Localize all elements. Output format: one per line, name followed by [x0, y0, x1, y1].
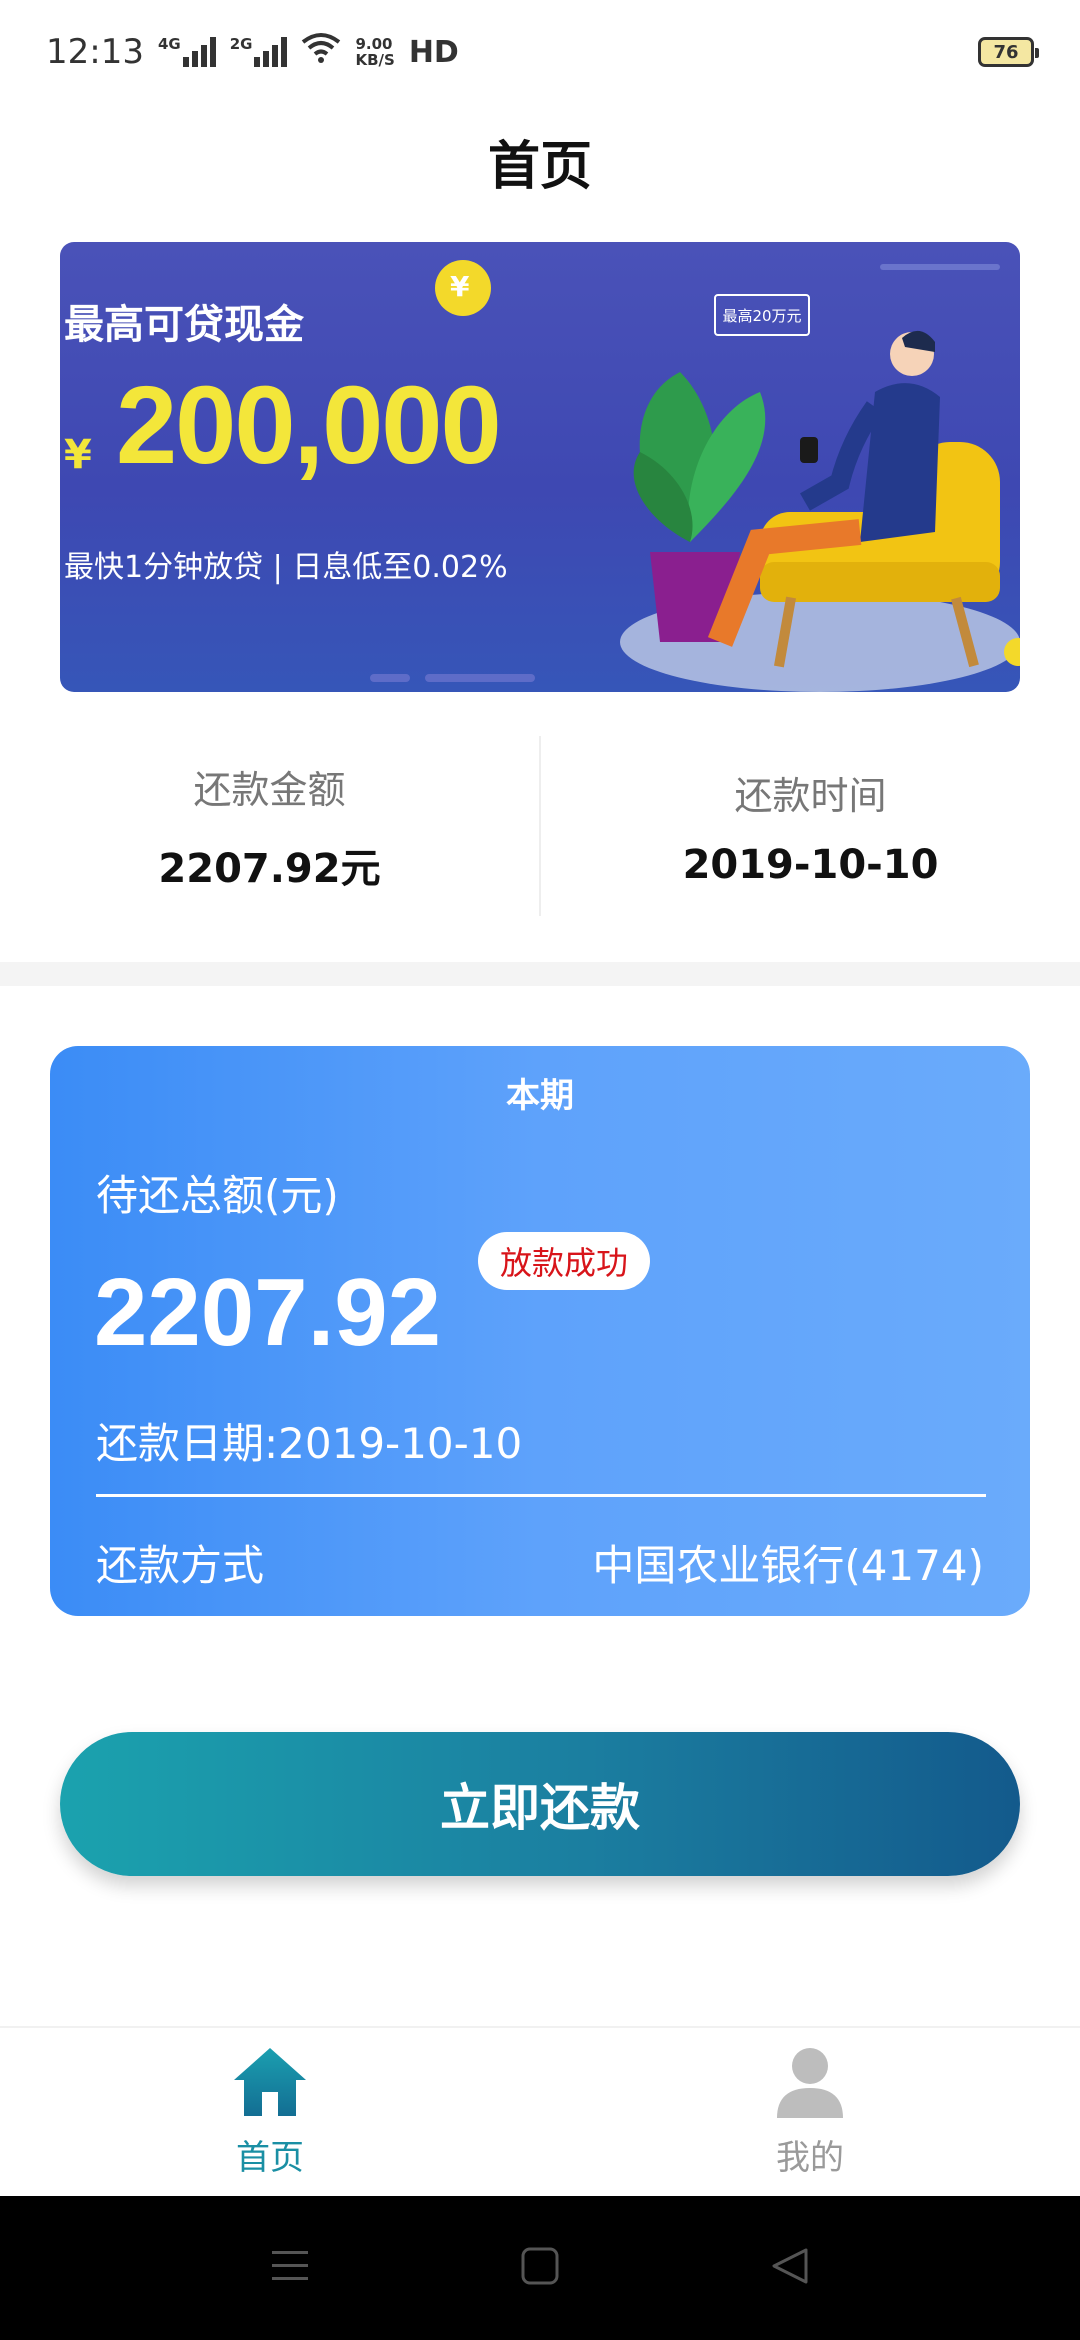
summary-amount: 还款金额 2207.92元: [0, 736, 539, 916]
sim1-network-label: 4G: [157, 35, 181, 53]
promo-banner[interactable]: 最高可贷现金 ¥ 200,000 最快1分钟放贷 | 日息低至0.02% 最高2…: [60, 242, 1020, 692]
bottom-tabbar: 首页 我的: [0, 2026, 1080, 2196]
card-amount: 2207.92: [94, 1259, 442, 1366]
battery-icon: 76: [978, 37, 1039, 67]
status-left: 12:13 4G 2G 9.00 KB/S HD: [46, 32, 459, 73]
signal-icon-2: 2G: [230, 37, 288, 67]
status-badge: 放款成功: [478, 1232, 651, 1290]
card-method-label: 还款方式: [96, 1541, 265, 1590]
tab-home[interactable]: 首页: [0, 2028, 540, 2196]
user-icon: [775, 2046, 845, 2122]
screen: 12:13 4G 2G 9.00 KB/S HD 76 首页 最高可贷现金 ¥ …: [0, 0, 1080, 2340]
home-icon: [232, 2046, 308, 2122]
repay-now-button[interactable]: 立即还款: [60, 1732, 1020, 1876]
back-icon[interactable]: [770, 2246, 810, 2290]
menu-icon[interactable]: [270, 2248, 310, 2288]
banner-tag: 最高20万元: [714, 294, 810, 336]
system-navigation-bar: [0, 2196, 1080, 2340]
summary-date: 还款时间 2019-10-10: [541, 736, 1080, 916]
card-method-value[interactable]: 中国农业银行(4174): [592, 1532, 984, 1593]
summary-date-label: 还款时间: [734, 773, 887, 818]
banner-subtitle: 最快1分钟放贷 | 日息低至0.02%: [64, 550, 508, 585]
section-divider: [0, 962, 1080, 986]
card-divider: [96, 1494, 986, 1497]
home-nav-icon[interactable]: [520, 2246, 560, 2290]
banner-amount: 200,000: [116, 364, 502, 487]
card-total-label: 待还总额(元): [96, 1171, 339, 1220]
status-bar: 12:13 4G 2G 9.00 KB/S HD 76: [0, 0, 1080, 104]
sim2-network-label: 2G: [229, 35, 253, 53]
hd-label: HD: [408, 34, 459, 70]
battery-level: 76: [993, 41, 1019, 63]
summary-date-value: 2019-10-10: [682, 841, 939, 888]
wifi-icon: [301, 32, 341, 73]
card-due-date: 还款日期:2019-10-10: [96, 1419, 523, 1468]
tab-mine-label: 我的: [776, 2137, 844, 2178]
status-time: 12:13: [46, 32, 144, 72]
repayment-summary: 还款金额 2207.92元 还款时间 2019-10-10: [0, 736, 1080, 916]
banner-currency: ¥: [64, 432, 92, 478]
coin-symbol: ¥: [450, 270, 470, 303]
card-period-title: 本期: [506, 1076, 574, 1116]
network-speed: 9.00 KB/S: [355, 36, 394, 68]
tab-mine[interactable]: 我的: [540, 2028, 1080, 2196]
signal-icon: 4G: [158, 37, 216, 67]
network-speed-unit: KB/S: [355, 51, 395, 69]
banner-headline: 最高可贷现金: [64, 302, 304, 348]
summary-amount-label: 还款金额: [193, 767, 346, 812]
tab-home-label: 首页: [236, 2137, 304, 2178]
page-title: 首页: [487, 137, 592, 197]
summary-amount-value: 2207.92元: [158, 845, 381, 892]
network-speed-value: 9.00: [355, 35, 393, 53]
current-period-card: 本期 待还总额(元) 2207.92 放款成功 还款日期:2019-10-10 …: [50, 1046, 1030, 1616]
